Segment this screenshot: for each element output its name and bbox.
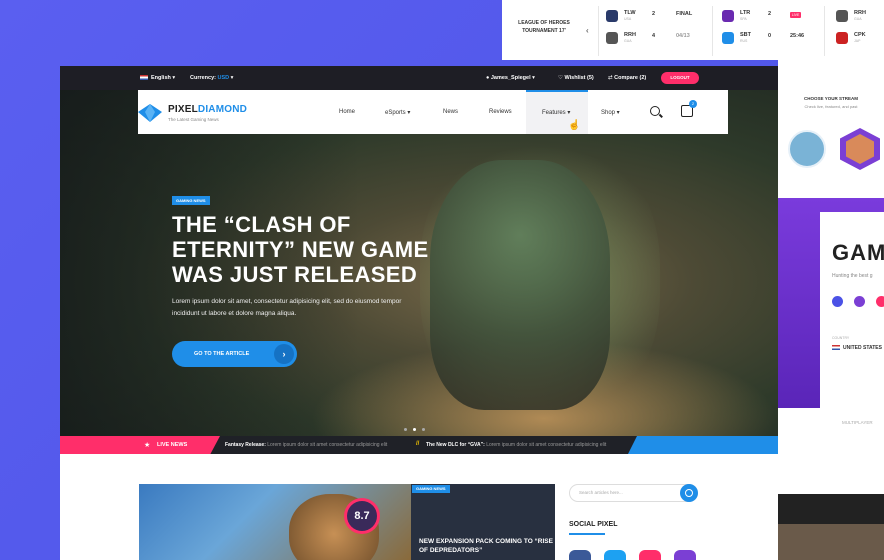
nav-news[interactable]: News bbox=[443, 109, 458, 115]
hero-title: THE “CLASH OF ETERNITY” NEW GAME WAS JUS… bbox=[172, 212, 429, 287]
team-logo-icon bbox=[606, 32, 618, 44]
site-logo[interactable]: PIXELDIAMOND bbox=[168, 104, 247, 115]
streamer-avatar[interactable] bbox=[840, 128, 880, 170]
user-menu[interactable]: ● James_Spiegel ▾ bbox=[486, 75, 535, 81]
league-title: LEAGUE OF HEROES TOURNAMENT 17' bbox=[518, 20, 570, 34]
cart-count-badge: 2 bbox=[689, 100, 697, 108]
twitch-icon[interactable] bbox=[854, 296, 865, 307]
news-card[interactable]: GAMING NEWS NEW EXPANSION PACK COMING TO… bbox=[411, 484, 555, 560]
site-tagline: The Latest Gaming News bbox=[168, 117, 219, 122]
twitch-icon[interactable] bbox=[674, 550, 696, 560]
diamond-logo-icon bbox=[138, 104, 162, 122]
live-news-ticker: ★ LIVE NEWS Fantasy Release: Lorem ipsum… bbox=[60, 436, 778, 454]
star-icon: ★ bbox=[144, 442, 151, 449]
nav-shop[interactable]: Shop ▾ bbox=[601, 109, 620, 116]
section-title: GAM bbox=[832, 240, 884, 265]
live-badge: LIVE bbox=[790, 12, 801, 18]
match2-score2: 0 bbox=[768, 33, 772, 39]
card-category-badge[interactable]: GAMING NEWS bbox=[412, 485, 450, 493]
hero-category-badge[interactable]: GAMING NEWS bbox=[172, 196, 210, 205]
go-to-article-button[interactable]: GO TO THE ARTICLE › bbox=[172, 341, 297, 367]
currency-select[interactable]: Currency: USD ▾ bbox=[190, 75, 233, 81]
instagram-icon[interactable] bbox=[639, 550, 661, 560]
match2-score1: 2 bbox=[768, 11, 772, 17]
team-logo-icon bbox=[722, 10, 734, 22]
nav-esports[interactable]: eSports ▾ bbox=[385, 109, 410, 116]
streamer-avatar[interactable] bbox=[788, 130, 826, 168]
section-subtitle: Hunting the best g bbox=[832, 273, 873, 279]
ticker-item[interactable]: The New DLC for “GVA”: Lorem ipsum dolor… bbox=[426, 442, 606, 448]
compare-link[interactable]: ⇄ Compare (2) bbox=[608, 75, 646, 81]
team-logo-icon bbox=[836, 32, 848, 44]
nav-reviews[interactable]: Reviews bbox=[489, 109, 512, 115]
nav-home[interactable]: Home bbox=[339, 109, 355, 115]
team-logo-icon bbox=[836, 10, 848, 22]
hand-cursor-icon: ☝ bbox=[568, 120, 581, 131]
right-preview-panel: CHOOSE YOUR STREAM Check live, featured,… bbox=[778, 60, 884, 560]
multiplayer-tab[interactable]: MULTIPLAYER bbox=[842, 420, 873, 425]
match1-date: 04/13 bbox=[676, 33, 690, 39]
country-label: COUNTRY bbox=[832, 336, 850, 340]
us-flag-icon bbox=[140, 75, 148, 80]
card-title[interactable]: NEW EXPANSION PACK COMING TO “RISE OF DE… bbox=[419, 537, 553, 555]
match1-status: FINAL bbox=[676, 11, 693, 17]
team-logo-icon bbox=[606, 10, 618, 22]
instagram-icon[interactable] bbox=[876, 296, 884, 307]
review-score-badge: 8.7 bbox=[347, 501, 377, 531]
facebook-icon[interactable] bbox=[832, 296, 843, 307]
match1-score2: 4 bbox=[652, 33, 656, 39]
logout-button[interactable]: LOGOUT bbox=[661, 72, 699, 84]
slider-dots[interactable] bbox=[404, 418, 431, 436]
search-icon[interactable] bbox=[650, 106, 660, 116]
team-logo-icon bbox=[722, 32, 734, 44]
ticker-item[interactable]: Fantasy Release: Lorem ipsum dolor sit a… bbox=[225, 442, 387, 448]
twitter-icon[interactable] bbox=[604, 550, 626, 560]
live-news-label: LIVE NEWS bbox=[157, 442, 188, 448]
nav-features[interactable]: Features ▾ bbox=[542, 109, 570, 116]
stream-heading: CHOOSE YOUR STREAM bbox=[804, 96, 858, 101]
prev-arrow-icon[interactable]: ‹ bbox=[586, 26, 589, 35]
scores-strip: LEAGUE OF HEROES TOURNAMENT 17' ‹ TLW US… bbox=[502, 0, 884, 60]
facebook-icon[interactable] bbox=[569, 550, 591, 560]
wishlist-link[interactable]: ♡ Wishlist (5) bbox=[558, 75, 594, 81]
article-search-input[interactable]: Search articles here... bbox=[569, 484, 698, 502]
site-window: English ▾ Currency: USD ▾ ● James_Spiege… bbox=[60, 66, 778, 560]
language-select[interactable]: English ▾ bbox=[140, 75, 175, 81]
us-flag-icon bbox=[832, 345, 840, 350]
stream-subheading: Check live, featured, and past bbox=[804, 104, 858, 109]
match2-time: 25:46 bbox=[790, 33, 805, 39]
country-value: UNITED STATES bbox=[832, 345, 882, 351]
search-button[interactable] bbox=[680, 484, 698, 502]
social-widget-title: SOCIAL PIXEL bbox=[569, 521, 618, 528]
main-nav: PIXELDIAMOND The Latest Gaming News Home… bbox=[138, 90, 728, 134]
arrow-right-icon: › bbox=[274, 344, 294, 364]
hero-description: Lorem ipsum dolor sit amet, consectetur … bbox=[172, 298, 402, 317]
match1-score1: 2 bbox=[652, 11, 656, 17]
top-bar: English ▾ Currency: USD ▾ ● James_Spiege… bbox=[60, 66, 778, 90]
